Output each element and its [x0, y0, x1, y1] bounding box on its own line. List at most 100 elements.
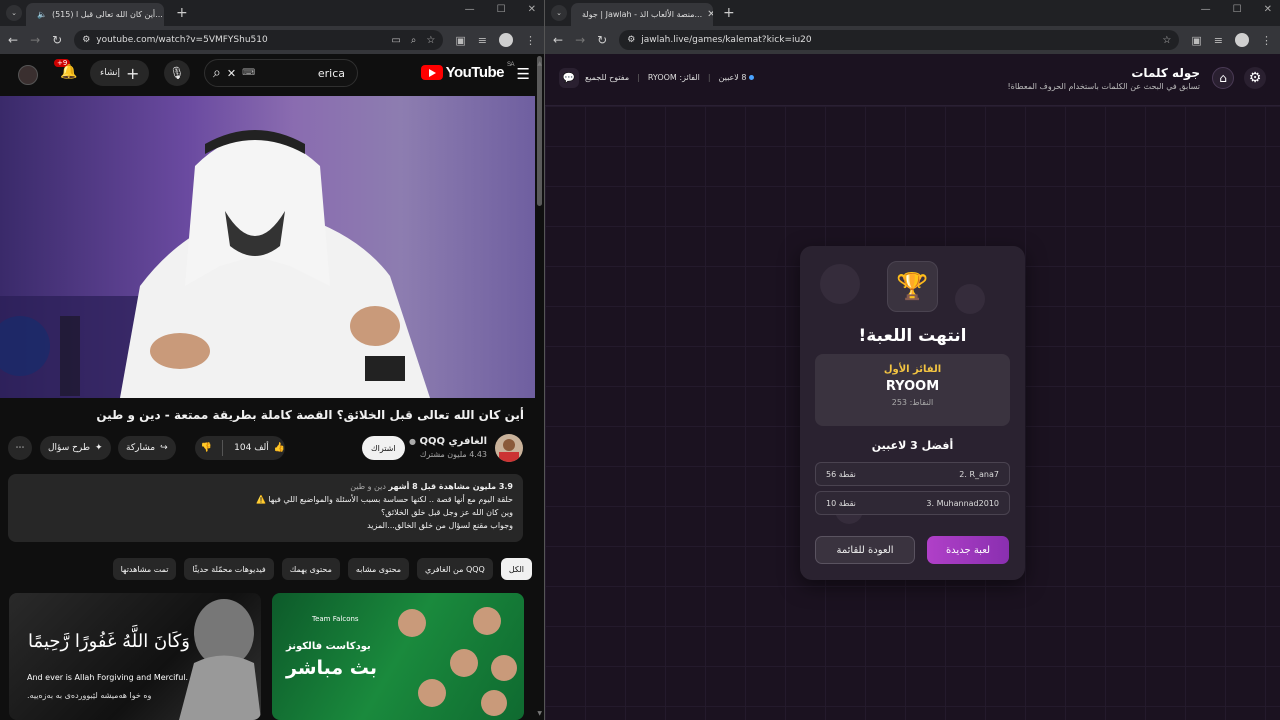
bookmark-star-icon[interactable]: ☆ [1162, 35, 1171, 46]
home-icon[interactable]: ⌂ [1212, 67, 1234, 89]
chip-watched[interactable]: تمت مشاهدتها [112, 558, 177, 580]
video-player[interactable] [0, 96, 535, 398]
profile-avatar[interactable] [499, 33, 513, 47]
dislike-icon[interactable]: 👎 [195, 443, 217, 453]
video-frame-image [0, 130, 430, 398]
like-icon[interactable]: 👍 [274, 443, 285, 453]
bookmark-star-icon[interactable]: ☆ [426, 35, 435, 46]
reload-icon[interactable]: ↻ [52, 33, 62, 47]
video-thumbnail[interactable]: Team Falcons بودكاست فالكونز بث مباشر [272, 593, 524, 720]
extensions-icon[interactable]: ▣ [1191, 34, 1201, 47]
close-window-icon[interactable]: ✕ [528, 4, 536, 15]
tab-search-icon[interactable]: ⌄ [6, 5, 22, 21]
url-field[interactable]: ⚙ jawlah.live/games/kalemat?kick=iu20 ☆ [619, 30, 1180, 50]
youtube-logo[interactable]: YouTube SA [420, 62, 515, 81]
description-tags[interactable]: دين و طين [350, 482, 386, 491]
channel-row: الغافري QQQ ● 4.43 مليون مشترك اشتراك 👎 … [0, 432, 535, 464]
cast-icon[interactable]: ▭ [391, 35, 400, 46]
chip-all[interactable]: الكل [500, 558, 532, 580]
scroll-up-icon[interactable]: ▲ [537, 60, 542, 67]
description-line-1: حلقة اليوم مع أنها قصة .. لكنها حساسة بس… [255, 495, 513, 504]
first-place-label: الفائز الأول [883, 364, 942, 375]
speaker-icon: 🔈 [37, 10, 47, 19]
site-info-icon[interactable]: ⚙ [82, 35, 90, 45]
create-button[interactable]: إنشاء + [90, 60, 150, 86]
new-game-button[interactable]: لعبة جديدة [927, 536, 1009, 564]
menu-dots-icon[interactable]: ⋮ [525, 34, 536, 47]
trophy-icon: 🏆 [887, 261, 938, 312]
sparkle-icon: ✦ [95, 443, 103, 453]
video-thumbnail[interactable]: وَكَانَ اللَّهُ غَفُورًا رَّحِيمًا And e… [9, 593, 261, 720]
window-controls: — ☐ ✕ [465, 4, 536, 15]
plus-icon: + [126, 63, 140, 83]
close-window-icon[interactable]: ✕ [1264, 4, 1272, 15]
zoom-icon[interactable]: ⌕ [411, 35, 417, 46]
tab-title: جولة | Jawlah - منصة الألعاب الذ... [582, 10, 703, 19]
game-title: جوله كلمات [1131, 66, 1200, 80]
sidebar-icon[interactable]: ≡ [478, 34, 487, 47]
scrollbar-thumb[interactable] [537, 56, 542, 206]
mic-icon[interactable]: 🎙 [164, 60, 190, 86]
tab-close-icon[interactable]: ✕ [707, 9, 713, 20]
description-box[interactable]: 3.9 مليون مشاهدة قبل 8 أشهر دين و طين حل… [8, 474, 523, 542]
menu-dots-icon[interactable]: ⋮ [1261, 34, 1272, 47]
video-title: أين كان الله تعالى قبل الخلائق؟ القصة كا… [96, 408, 524, 422]
site-info-icon[interactable]: ⚙ [627, 35, 635, 45]
profile-avatar[interactable] [1235, 33, 1249, 47]
more-actions-icon[interactable]: ⋯ [8, 436, 32, 460]
tab-search-icon[interactable]: ⌄ [551, 5, 567, 21]
subscribe-button[interactable]: اشتراك [362, 436, 405, 460]
reload-icon[interactable]: ↻ [597, 33, 607, 47]
share-icon: ↪ [160, 443, 168, 453]
new-tab-button[interactable]: + [723, 5, 735, 21]
youtube-play-icon [420, 65, 443, 80]
top-players-title: أفضل 3 لاعبين [871, 439, 954, 452]
chip-from-channel[interactable]: من الغافري QQQ [417, 558, 493, 580]
url-field[interactable]: ⚙ youtube.com/watch?v=5VMFYShu510 ▭ ⌕ ☆ [74, 30, 444, 50]
new-tab-button[interactable]: + [176, 5, 188, 21]
hamburger-menu-icon[interactable]: ☰ [517, 65, 530, 83]
bell-icon[interactable]: 🔔 [60, 64, 77, 80]
maximize-icon[interactable]: ☐ [1233, 4, 1242, 15]
minimize-icon[interactable]: — [465, 4, 475, 15]
account-avatar[interactable] [18, 65, 38, 85]
winner-panel: الفائز الأول RYOOM النقاط: 253 [815, 354, 1010, 426]
thumb-translation: وە خوا هەمیشە لێبووردەی بە بەزەییە. [27, 691, 152, 700]
search-icon[interactable]: ⌕ [213, 65, 221, 81]
maximize-icon[interactable]: ☐ [497, 4, 506, 15]
open-status: مفتوح للجميع [585, 73, 630, 82]
forward-icon[interactable]: → [30, 33, 40, 47]
back-icon[interactable]: ← [8, 33, 18, 47]
forward-icon[interactable]: → [575, 33, 585, 47]
share-label: مشاركة [126, 443, 156, 453]
share-button[interactable]: مشاركة ↪ [118, 436, 176, 460]
youtube-header: +9 🔔 إنشاء + 🎙 ⌕ ✕ ⌨ erica YouTube SA ☰ [0, 54, 544, 94]
tab-jawlah[interactable]: جولة | Jawlah - منصة الألعاب الذ... ✕ [571, 3, 713, 26]
gear-icon[interactable]: ⚙ [1244, 67, 1266, 89]
search-input[interactable]: erica [318, 67, 345, 80]
chip-recently-uploaded[interactable]: فيديوهات محمّلة حديثًا [184, 558, 274, 580]
search-box[interactable]: ⌕ ✕ ⌨ erica [204, 59, 358, 87]
channel-avatar[interactable] [495, 434, 523, 462]
chat-icon[interactable]: 💬 [559, 68, 579, 88]
tab-youtube[interactable]: 🔈 (515) أين كان الله تعالى قبل ا... ✕ [26, 3, 164, 26]
thumb-arabic-verse: وَكَانَ اللَّهُ غَفُورًا رَّحِيمًا [28, 631, 190, 652]
chip-for-you[interactable]: محتوى يهمك [281, 558, 340, 580]
scroll-down-icon[interactable]: ▼ [537, 710, 542, 717]
clear-search-icon[interactable]: ✕ [227, 67, 236, 80]
minimize-icon[interactable]: — [1201, 4, 1211, 15]
chip-related[interactable]: محتوى مشابه [347, 558, 410, 580]
sidebar-icon[interactable]: ≡ [1214, 34, 1223, 47]
address-bar: ← → ↻ ⚙ youtube.com/watch?v=5VMFYShu510 … [0, 26, 544, 54]
ask-button[interactable]: طرح سؤال ✦ [40, 436, 111, 460]
extensions-icon[interactable]: ▣ [455, 34, 465, 47]
keyboard-icon[interactable]: ⌨ [242, 68, 255, 78]
back-icon[interactable]: ← [553, 33, 563, 47]
youtube-logo-text: YouTube [445, 64, 505, 81]
description-line-2: وين كان الله عز وجل قبل خلق الخلائق؟ [380, 508, 513, 517]
player-count: 8 لاعبين [718, 73, 747, 82]
back-to-menu-button[interactable]: العودة للقائمة [815, 536, 915, 564]
ask-label: طرح سؤال [48, 443, 91, 453]
channel-name[interactable]: الغافري QQQ ● [409, 436, 487, 447]
player-name: 2. R_ana7 [959, 469, 999, 479]
